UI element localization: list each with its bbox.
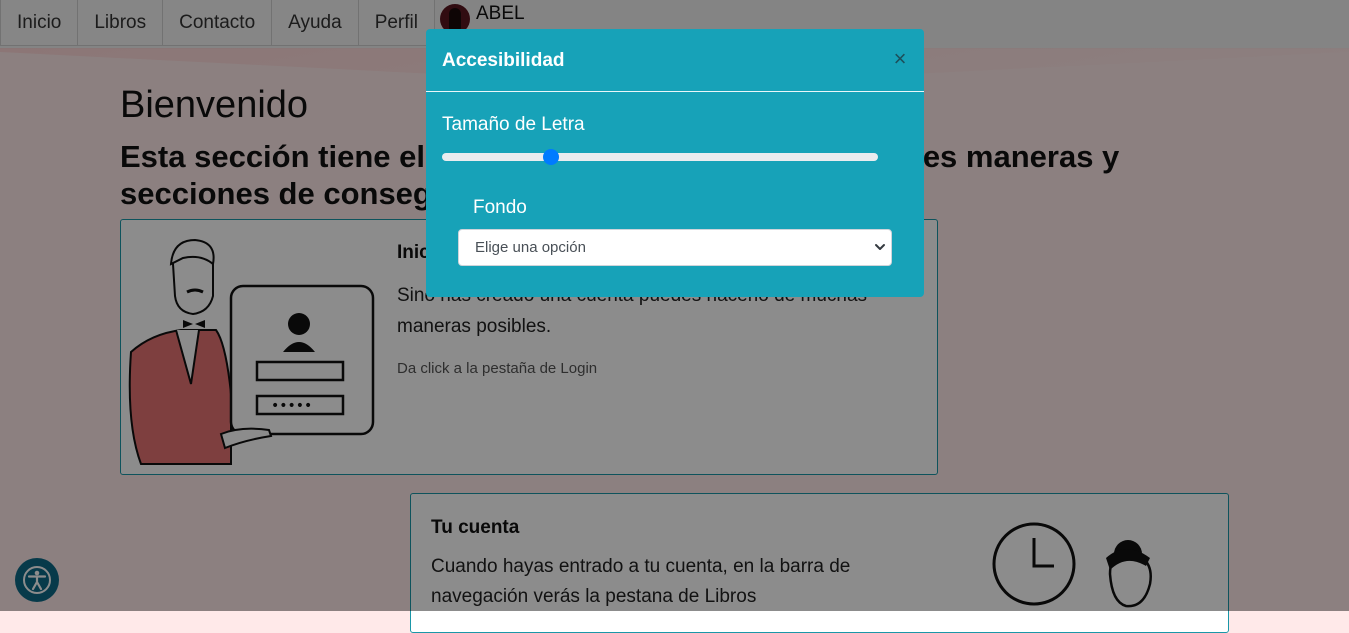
font-size-slider-thumb[interactable]	[543, 149, 559, 165]
accessibility-modal: Accesibilidad × Tamaño de Letra Fondo El…	[426, 29, 924, 297]
chevron-down-icon	[875, 244, 885, 250]
background-label: Fondo	[473, 197, 527, 218]
background-select-value: Elige una opción	[475, 239, 586, 256]
close-icon[interactable]: ×	[890, 48, 910, 70]
modal-title: Accesibilidad	[442, 50, 565, 71]
font-size-label: Tamaño de Letra	[442, 114, 585, 135]
background-select[interactable]: Elige una opción	[458, 229, 892, 266]
modal-header: Accesibilidad ×	[426, 29, 924, 92]
font-size-slider[interactable]	[442, 153, 878, 161]
